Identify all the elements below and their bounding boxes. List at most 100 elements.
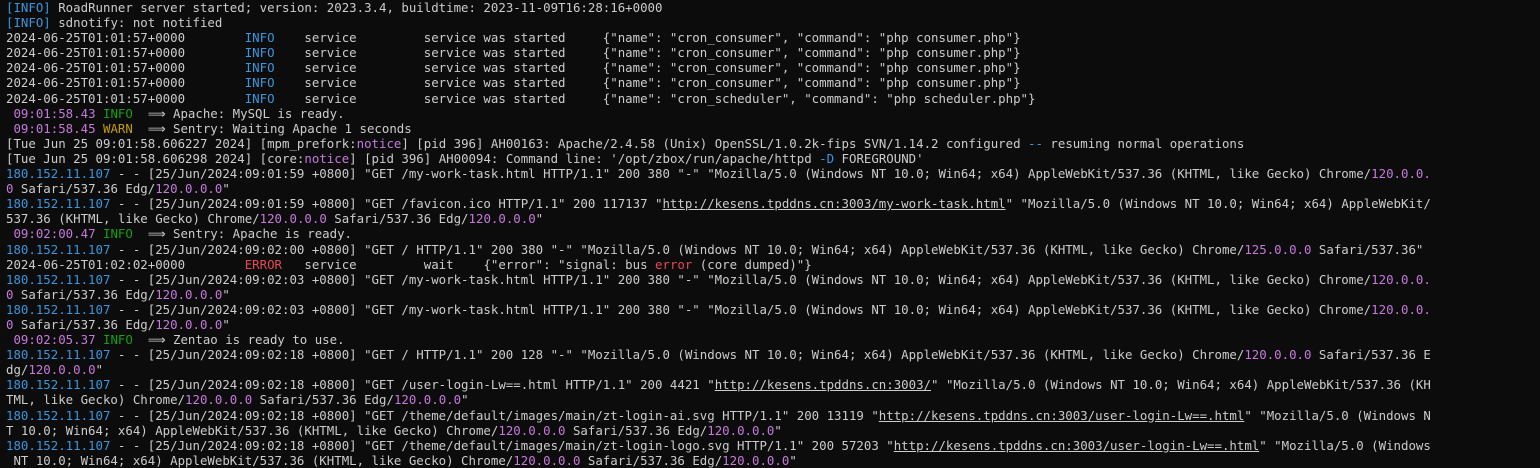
log-text: " "Mozilla/5.0 (Windows NT 10.0; Win64; … xyxy=(1005,196,1431,212)
highlighted-text: 120.0.0.0 xyxy=(185,392,253,408)
client-ip: 180.152.11.107 xyxy=(6,301,111,317)
terminal-output[interactable]: [INFO] RoadRunner server started; versio… xyxy=(0,0,1540,468)
terminal-line: 2024-06-25T01:01:57+0000 INFO service se… xyxy=(6,30,1540,45)
log-text: Safari/537.36 Edg/ xyxy=(580,452,723,468)
terminal-line: 09:02:00.47 INFO ⟹ Sentry: Apache is rea… xyxy=(6,226,1540,241)
terminal-line: dg/120.0.0.0" xyxy=(6,362,1540,377)
highlighted-text: 120.0.0.0 xyxy=(393,392,462,408)
terminal-line: 180.152.11.107 - - [25/Jun/2024:09:02:18… xyxy=(6,347,1540,362)
log-text: " xyxy=(774,422,782,438)
log-text: " "Mozilla/5.0 (Windows xyxy=(1259,437,1431,453)
terminal-line: [INFO] sdnotify: not notified xyxy=(6,15,1540,30)
highlighted-text: 09:02:05.37 xyxy=(13,332,96,348)
log-text: ⟹ Zentao is ready to use. xyxy=(132,332,345,348)
terminal-line: 180.152.11.107 - - [25/Jun/2024:09:02:03… xyxy=(6,272,1540,287)
highlighted-text: -- xyxy=(1028,135,1043,151)
highlighted-text: INFO xyxy=(244,75,275,91)
highlighted-text: notice xyxy=(356,135,402,151)
log-text: - - [25/Jun/2024:09:01:59 +0800] "GET /m… xyxy=(110,166,1372,182)
log-text: - - [25/Jun/2024:09:02:18 +0800] "GET /t… xyxy=(110,407,879,423)
log-text: " xyxy=(461,392,469,408)
highlighted-text: 120.0.0.0 xyxy=(498,422,566,438)
log-text: 537.36 (KHTML, like Gecko) Chrome/ xyxy=(6,211,260,227)
error-text: error xyxy=(655,256,693,272)
terminal-line: NT 10.0; Win64; x64) AppleWebKit/537.36 … xyxy=(6,453,1540,468)
log-text: ] [pid 396] AH00163: Apache/2.4.58 (Unix… xyxy=(401,135,1029,151)
highlighted-text: 09:02:00.47 xyxy=(13,226,96,242)
log-text: service service was started {"name": "cr… xyxy=(274,30,1021,46)
client-ip: 180.152.11.107 xyxy=(6,241,111,257)
terminal-line: 2024-06-25T01:01:57+0000 INFO service se… xyxy=(6,45,1540,60)
log-text: - - [25/Jun/2024:09:02:18 +0800] "GET /u… xyxy=(110,377,715,393)
highlighted-text: 120.0.0.0 xyxy=(1244,347,1312,363)
log-text: service service was started {"name": "cr… xyxy=(274,45,1021,61)
highlighted-text: INFO xyxy=(244,90,275,106)
terminal-line: 180.152.11.107 - - [25/Jun/2024:09:02:03… xyxy=(6,302,1540,317)
terminal-line: 2024-06-25T01:02:02+0000 ERROR service w… xyxy=(6,257,1540,272)
highlighted-text: -D xyxy=(819,150,835,166)
terminal-line: 180.152.11.107 - - [25/Jun/2024:09:02:00… xyxy=(6,242,1540,257)
log-text: Safari/537.36 E xyxy=(1311,347,1431,363)
terminal-line: 537.36 (KHTML, like Gecko) Chrome/120.0.… xyxy=(6,211,1540,226)
highlighted-text: 120.0.0. xyxy=(1371,301,1431,317)
url-link[interactable]: http://kesens.tpddns.cn:3003/ xyxy=(715,377,931,392)
client-ip: 180.152.11.107 xyxy=(6,377,111,393)
highlighted-text: 120.0.0.0 xyxy=(155,316,223,332)
highlighted-text: 120.0.0. xyxy=(1371,166,1431,182)
log-text: " xyxy=(535,211,544,227)
log-text: " xyxy=(95,362,103,378)
url-link[interactable]: http://kesens.tpddns.cn:3003/user-login-… xyxy=(879,408,1245,423)
log-text: - - [25/Jun/2024:09:01:59 +0800] "GET /f… xyxy=(110,196,663,212)
highlighted-text: INFO xyxy=(103,226,133,242)
log-text: FOREGROUND' xyxy=(834,150,924,166)
terminal-line: T 10.0; Win64; x64) AppleWebKit/537.36 (… xyxy=(6,423,1540,438)
highlighted-text: 120.0.0.0 xyxy=(468,211,536,227)
url-link[interactable]: http://kesens.tpddns.cn:3003/my-work-tas… xyxy=(662,196,1005,211)
log-text: Safari/537.36 Edg/ xyxy=(565,422,708,438)
log-text: resuming normal operations xyxy=(1042,135,1245,151)
highlighted-text: 09:01:58.43 xyxy=(13,105,96,121)
terminal-line: 180.152.11.107 - - [25/Jun/2024:09:01:59… xyxy=(6,196,1540,211)
highlighted-text: 120.0.0.0 xyxy=(155,181,223,197)
terminal-line: 0 Safari/537.36 Edg/120.0.0.0" xyxy=(6,181,1540,196)
terminal-line: 2024-06-25T01:01:57+0000 INFO service se… xyxy=(6,75,1540,90)
highlighted-text: INFO xyxy=(244,30,275,46)
client-ip: 180.152.11.107 xyxy=(6,407,111,423)
url-link[interactable]: http://kesens.tpddns.cn:3003/user-login-… xyxy=(894,438,1260,453)
terminal-line: 180.152.11.107 - - [25/Jun/2024:09:02:18… xyxy=(6,408,1540,423)
log-text: NT 10.0; Win64; x64) AppleWebKit/537.36 … xyxy=(6,452,514,468)
log-text: ⟹ Sentry: Apache is ready. xyxy=(132,226,353,242)
log-text: - - [25/Jun/2024:09:02:18 +0800] "GET / … xyxy=(110,347,1245,363)
highlighted-text: 120.0.0.0 xyxy=(513,452,581,468)
terminal-line: 180.152.11.107 - - [25/Jun/2024:09:02:18… xyxy=(6,438,1540,453)
log-text: service service was started {"name": "cr… xyxy=(274,90,1036,106)
log-text: service service was started {"name": "cr… xyxy=(274,75,1021,91)
client-ip: 180.152.11.107 xyxy=(6,437,111,453)
terminal-line: 0 Safari/537.36 Edg/120.0.0.0" xyxy=(6,287,1540,302)
log-text: - - [25/Jun/2024:09:02:18 +0800] "GET /t… xyxy=(110,437,894,453)
terminal-line: [INFO] RoadRunner server started; versio… xyxy=(6,0,1540,15)
client-ip: 180.152.11.107 xyxy=(6,271,111,287)
error-text: ERROR xyxy=(244,256,283,272)
log-text: Safari/537.36 Edg/ xyxy=(13,316,156,332)
log-text: service service was started {"name": "cr… xyxy=(274,60,1021,76)
log-text: " "Mozilla/5.0 (Windows N xyxy=(1244,407,1431,423)
log-text: " xyxy=(222,316,230,332)
highlighted-text: INFO xyxy=(103,105,133,121)
log-text: TML, like Gecko) Chrome/ xyxy=(6,392,186,408)
terminal-line: 09:01:58.43 INFO ⟹ Apache: MySQL is read… xyxy=(6,106,1540,121)
terminal-line: 0 Safari/537.36 Edg/120.0.0.0" xyxy=(6,317,1540,332)
highlighted-text: 120.0.0. xyxy=(1371,271,1431,287)
log-text: - - [25/Jun/2024:09:02:03 +0800] "GET /m… xyxy=(110,271,1372,287)
log-text: T 10.0; Win64; x64) AppleWebKit/537.36 (… xyxy=(6,422,499,438)
log-text: [Tue Jun 25 09:01:58.606227 2024] [mpm_p… xyxy=(6,135,357,151)
terminal-line: 2024-06-25T01:01:57+0000 INFO service se… xyxy=(6,60,1540,75)
log-text: 2024-06-25T01:02:02+0000 xyxy=(6,256,245,272)
log-text: sdnotify: not notified xyxy=(50,15,223,31)
highlighted-text: 120.0.0.0 xyxy=(155,286,223,302)
highlighted-text: INFO xyxy=(103,332,133,348)
terminal-line: TML, like Gecko) Chrome/120.0.0.0 Safari… xyxy=(6,392,1540,407)
highlighted-text: [INFO] xyxy=(6,0,51,15)
